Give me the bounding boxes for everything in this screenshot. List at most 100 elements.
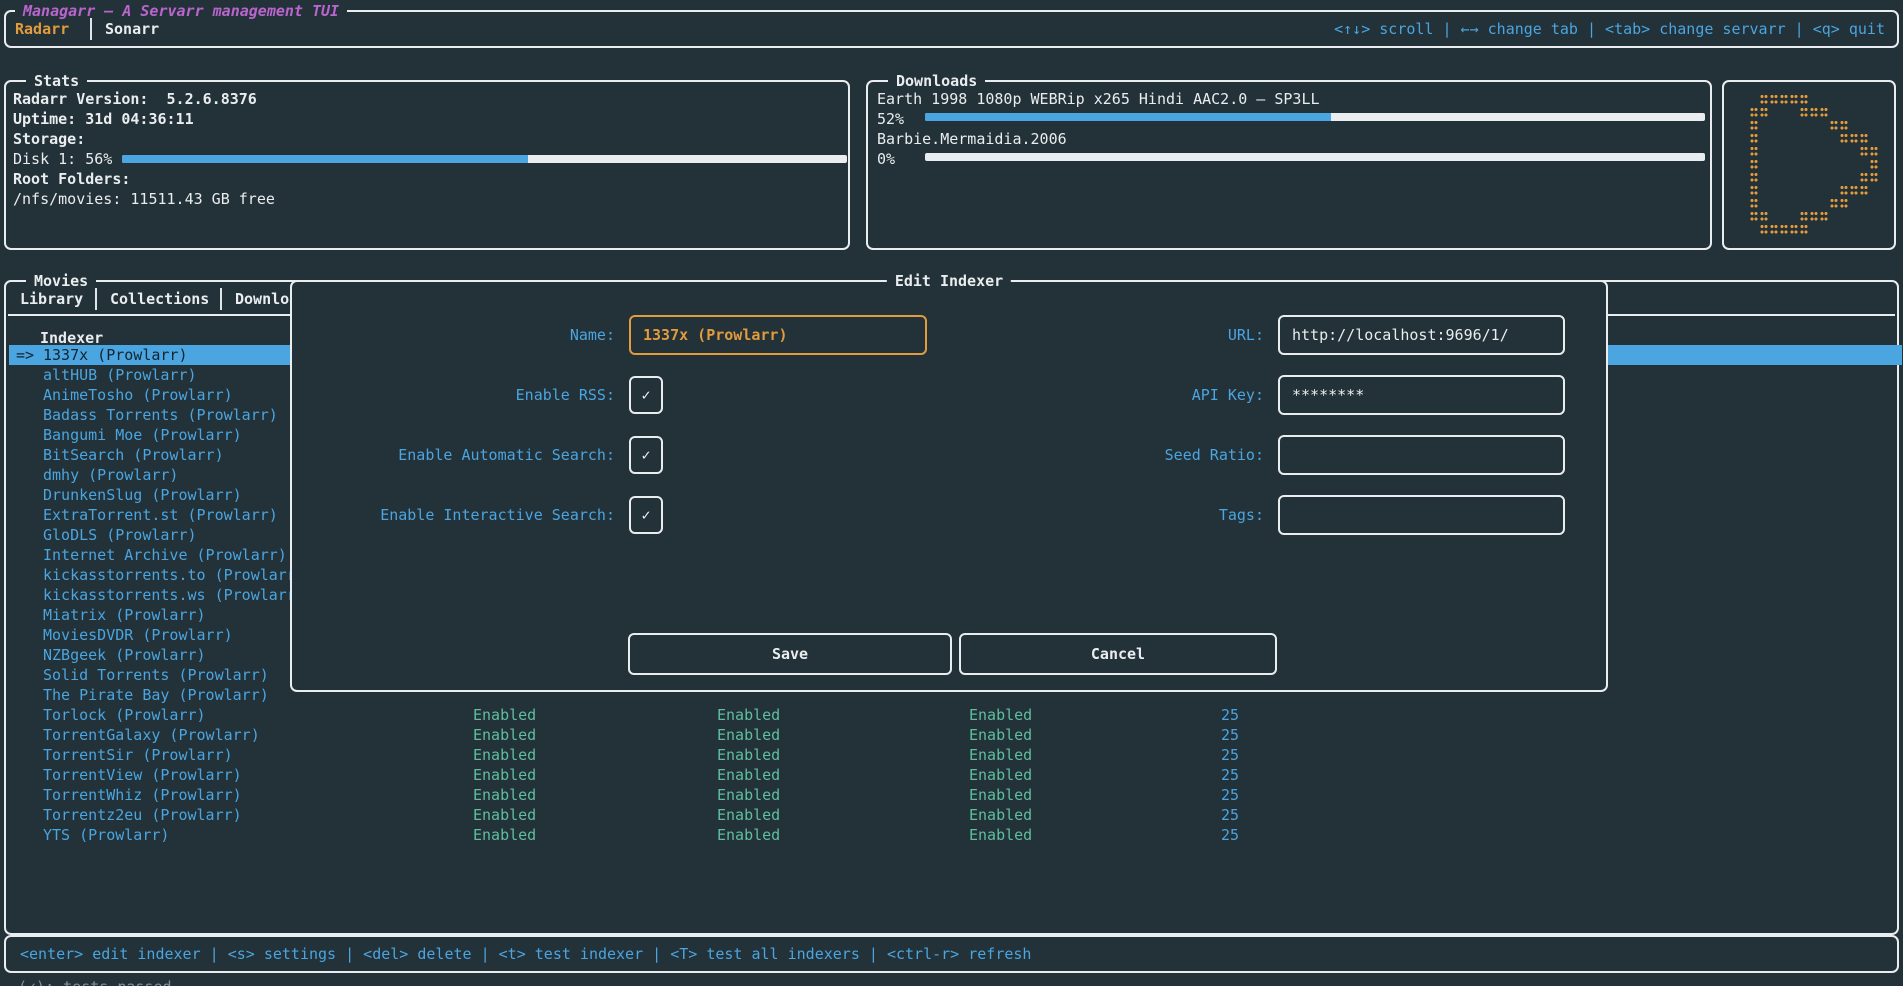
url-field-label: URL: bbox=[992, 325, 1264, 345]
indexer-interactive-search-cell: Enabled bbox=[969, 825, 1032, 845]
indexer-name-cell: 1337x (Prowlarr) bbox=[43, 345, 188, 365]
indexer-automatic-search-cell: Enabled bbox=[717, 725, 780, 745]
indexer-interactive-search-cell: Enabled bbox=[969, 745, 1032, 765]
app-title: Managarr — A Servarr management TUI bbox=[15, 1, 347, 21]
stats-rootfolder-value: /nfs/movies: 11511.43 GB free bbox=[13, 189, 275, 209]
indexer-interactive-search-cell: Enabled bbox=[969, 765, 1032, 785]
indexer-row[interactable]: TorrentGalaxy (Prowlarr) Enabled Enabled En… bbox=[9, 725, 1902, 745]
stats-disk-label: Disk 1: 56% bbox=[13, 149, 112, 169]
downloads-panel-title: Downloads bbox=[888, 71, 985, 91]
tags-label: Tags: bbox=[992, 505, 1264, 525]
cancel-button[interactable]: Cancel bbox=[959, 633, 1277, 675]
indexer-row[interactable]: TorrentSir (Prowlarr)EnabledEnabledEnabl… bbox=[9, 745, 1902, 765]
indexer-priority-cell: 25 bbox=[1221, 785, 1239, 805]
download-item-percent: 52% bbox=[877, 109, 904, 129]
indexer-name-cell: Miatrix (Prowlarr) bbox=[43, 605, 206, 625]
indexer-rss-cell: Enabled bbox=[473, 725, 536, 745]
api-key-label: API Key: bbox=[992, 385, 1264, 405]
indexer-name-cell: Bangumi Moe (Prowlarr) bbox=[43, 425, 242, 445]
indexer-row[interactable]: YTS (Prowlarr)EnabledEnabledEnabled25 bbox=[9, 825, 1902, 845]
indexer-name-cell: DrunkenSlug (Prowlarr) bbox=[43, 485, 242, 505]
name-field-label: Name: bbox=[332, 325, 615, 345]
indexer-name-cell: altHUB (Prowlarr) bbox=[43, 365, 197, 385]
indexer-name-cell: Torrentz2eu (Prowlarr) bbox=[43, 805, 242, 825]
enable-interactive-search-label: Enable Interactive Search: bbox=[332, 505, 615, 525]
indexer-name-cell: The Pirate Bay (Prowlarr) bbox=[43, 685, 269, 705]
indexer-name-cell: AnimeTosho (Prowlarr) bbox=[43, 385, 233, 405]
edit-indexer-modal: Edit Indexer Name: 1337x (Prowlarr) URL:… bbox=[290, 280, 1608, 692]
indexer-automatic-search-cell: Enabled bbox=[717, 765, 780, 785]
tab-sonarr[interactable]: Sonarr bbox=[105, 19, 159, 39]
footer-legend-partial: (✓): tests passed, bbox=[18, 977, 181, 986]
footer-keybar: <enter> edit indexer | <s> settings | <d… bbox=[4, 935, 1899, 973]
indexer-rss-cell: Enabled bbox=[473, 825, 536, 845]
enable-rss-checkbox[interactable]: ✓ bbox=[629, 376, 663, 414]
tags-input[interactable] bbox=[1278, 495, 1565, 535]
download-item-percent: 0% bbox=[877, 149, 895, 169]
indexer-name-cell: TorrentGalaxy (Prowlarr) bbox=[43, 725, 260, 745]
stats-panel: Stats Radarr Version: 5.2.6.8376 Uptime:… bbox=[4, 80, 850, 250]
indexer-name-cell: TorrentWhiz (Prowlarr) bbox=[43, 785, 242, 805]
download-progressbar bbox=[925, 113, 1705, 121]
indexer-name-cell: BitSearch (Prowlarr) bbox=[43, 445, 224, 465]
indexer-priority-cell: 25 bbox=[1221, 725, 1239, 745]
tab-library[interactable]: Library bbox=[20, 289, 83, 309]
indexer-name-cell: kickasstorrents.ws (Prowlarr) bbox=[43, 585, 305, 605]
indexer-row[interactable]: Torrentz2eu (Prowlarr)EnabledEnabledEnab… bbox=[9, 805, 1902, 825]
url-input[interactable]: http://localhost:9696/1/ bbox=[1278, 315, 1565, 355]
stats-storage-label: Storage: bbox=[13, 129, 85, 149]
indexer-row[interactable]: TorrentWhiz (Prowlarr) Enabled Enabled Enab… bbox=[9, 785, 1902, 805]
indexer-name-cell: GloDLS (Prowlarr) bbox=[43, 525, 197, 545]
indexer-rss-cell: Enabled bbox=[473, 765, 536, 785]
modal-title: Edit Indexer bbox=[887, 271, 1011, 291]
indexer-name-cell: dmhy (Prowlarr) bbox=[43, 465, 178, 485]
stats-rootfolders-label: Root Folders: bbox=[13, 169, 130, 189]
stats-version: Radarr Version: 5.2.6.8376 bbox=[13, 89, 257, 109]
tab-divider bbox=[95, 288, 97, 310]
indexer-name-cell: NZBgeek (Prowlarr) bbox=[43, 645, 206, 665]
tab-divider bbox=[90, 18, 92, 40]
indexer-rss-cell: Enabled bbox=[473, 745, 536, 765]
footer-keybinds: <enter> edit indexer | <s> settings | <d… bbox=[20, 944, 1031, 964]
indexer-name-cell: Badass Torrents (Prowlarr) bbox=[43, 405, 278, 425]
tab-collections[interactable]: Collections bbox=[110, 289, 209, 309]
header-bar: Managarr — A Servarr management TUI Rada… bbox=[4, 10, 1899, 48]
indexer-name-cell: ExtraTorrent.st (Prowlarr) bbox=[43, 505, 278, 525]
download-item-name: Earth 1998 1080p WEBRip x265 Hindi AAC2.… bbox=[877, 89, 1320, 109]
api-key-input[interactable]: ******** bbox=[1278, 375, 1565, 415]
stats-uptime: Uptime: 31d 04:36:11 bbox=[13, 109, 194, 129]
indexer-rss-cell: Enabled bbox=[473, 785, 536, 805]
indexer-name-cell: Internet Archive (Prowlarr) bbox=[43, 545, 287, 565]
indexer-name-cell: Solid Torrents (Prowlarr) bbox=[43, 665, 269, 685]
indexer-name-cell: TorrentSir (Prowlarr) bbox=[43, 745, 233, 765]
indexer-interactive-search-cell: Enabled bbox=[969, 705, 1032, 725]
enable-rss-label: Enable RSS: bbox=[332, 385, 615, 405]
disk-usage-progressbar bbox=[122, 155, 847, 163]
save-button[interactable]: Save bbox=[628, 633, 952, 675]
seed-ratio-input[interactable] bbox=[1278, 435, 1565, 475]
managarr-play-logo bbox=[1730, 94, 1890, 237]
indexer-interactive-search-cell: Enabled bbox=[969, 725, 1032, 745]
download-progressbar bbox=[925, 153, 1705, 161]
indexer-row[interactable]: Torlock (Prowlarr)EnabledEnabledEnabled2… bbox=[9, 705, 1902, 725]
indexer-automatic-search-cell: Enabled bbox=[717, 805, 780, 825]
downloads-panel: Downloads Earth 1998 1080p WEBRip x265 H… bbox=[866, 80, 1712, 250]
indexer-row[interactable]: TorrentView (Prowlarr) Enabled Enabled Enab… bbox=[9, 765, 1902, 785]
managarr-app: Managarr — A Servarr management TUI Rada… bbox=[0, 0, 1903, 986]
stats-panel-title: Stats bbox=[26, 71, 87, 91]
indexer-name-cell: YTS (Prowlarr) bbox=[43, 825, 169, 845]
indexer-automatic-search-cell: Enabled bbox=[717, 705, 780, 725]
name-input[interactable]: 1337x (Prowlarr) bbox=[629, 315, 927, 355]
enable-automatic-search-checkbox[interactable]: ✓ bbox=[629, 436, 663, 474]
indexer-name-cell: MoviesDVDR (Prowlarr) bbox=[43, 625, 233, 645]
indexer-name-cell: TorrentView (Prowlarr) bbox=[43, 765, 242, 785]
indexer-interactive-search-cell: Enabled bbox=[969, 785, 1032, 805]
indexer-priority-cell: 25 bbox=[1221, 765, 1239, 785]
indexer-automatic-search-cell: Enabled bbox=[717, 785, 780, 805]
indexer-name-cell: kickasstorrents.to (Prowlarr) bbox=[43, 565, 305, 585]
enable-interactive-search-checkbox[interactable]: ✓ bbox=[629, 496, 663, 534]
indexer-rss-cell: Enabled bbox=[473, 705, 536, 725]
seed-ratio-label: Seed Ratio: bbox=[992, 445, 1264, 465]
movies-panel-title: Movies bbox=[26, 271, 96, 291]
tab-radarr[interactable]: Radarr bbox=[15, 19, 69, 39]
